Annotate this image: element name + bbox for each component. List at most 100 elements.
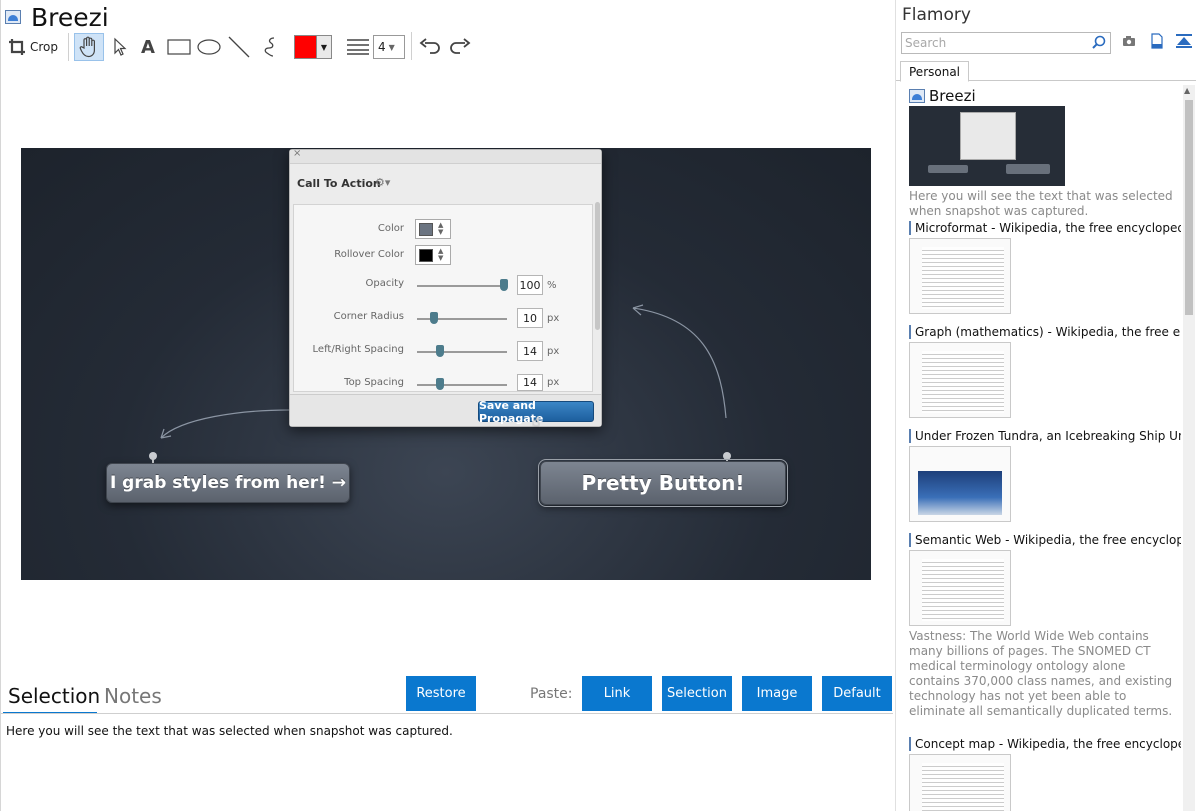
snapshot-thumbnail[interactable] bbox=[909, 446, 1011, 522]
rollover-swatch-field[interactable]: ▲ ▼ bbox=[415, 245, 451, 265]
search-input[interactable]: Search bbox=[901, 32, 1111, 54]
collapse-icon[interactable] bbox=[1176, 34, 1192, 51]
document-icon[interactable] bbox=[1151, 33, 1163, 52]
scrollbar-thumb[interactable] bbox=[1185, 100, 1193, 315]
paste-selection-button[interactable]: Selection bbox=[662, 676, 732, 711]
thumbnail-dialog bbox=[960, 112, 1016, 160]
line-tool-icon[interactable] bbox=[227, 34, 251, 60]
text-tool-icon[interactable]: A bbox=[137, 34, 159, 60]
line-width-select[interactable]: 4 ▼ bbox=[373, 35, 405, 59]
dialog-properties-panel: Color ▲ ▼ Rollover Color ▲ ▼ Opacity 100 % bbox=[293, 204, 593, 392]
rollover-swatch bbox=[419, 248, 433, 262]
top-spacing-unit: px bbox=[547, 377, 560, 388]
tab-selection[interactable]: Selection bbox=[8, 684, 100, 708]
chevron-down-icon: ▼ bbox=[388, 42, 395, 52]
dialog-title: Call To Action bbox=[297, 177, 381, 190]
flamory-sidebar: Flamory Search Personal Breezi Here you … bbox=[895, 0, 1198, 811]
pretty-button[interactable]: Pretty Button! bbox=[538, 459, 788, 507]
top-spacing-slider[interactable] bbox=[417, 384, 507, 386]
dialog-scrollbar[interactable] bbox=[595, 202, 600, 330]
undo-icon[interactable] bbox=[417, 34, 443, 60]
list-item-title: Graph (mathematics) - Wikipedia, the fre… bbox=[915, 325, 1181, 339]
gear-icon[interactable]: ⚙▾ bbox=[375, 176, 390, 189]
lr-spacing-label: Left/Right Spacing bbox=[312, 344, 404, 355]
close-icon[interactable]: × bbox=[293, 148, 301, 159]
stepper-icon: ▲ ▼ bbox=[438, 221, 444, 236]
scroll-up-icon[interactable]: ▲ bbox=[1184, 86, 1190, 95]
thumbnail-text bbox=[922, 351, 1004, 413]
list-item-header: Concept map - Wikipedia, the free encycl… bbox=[909, 737, 1181, 751]
color-swatch-field[interactable]: ▲ ▼ bbox=[415, 219, 451, 239]
list-item[interactable]: Graph (mathematics) - Wikipedia, the fre… bbox=[909, 325, 1181, 418]
page-title: Breezi bbox=[31, 3, 109, 32]
opacity-slider[interactable] bbox=[417, 285, 507, 287]
paste-link-button[interactable]: Link bbox=[582, 676, 652, 711]
tab-personal[interactable]: Personal bbox=[900, 61, 970, 82]
list-item[interactable]: Under Frozen Tundra, an Icebreaking Ship… bbox=[909, 429, 1181, 522]
top-spacing-label: Top Spacing bbox=[344, 377, 404, 388]
snapshot-list: Breezi Here you will see the text that w… bbox=[896, 85, 1184, 811]
lr-spacing-slider[interactable] bbox=[417, 351, 507, 353]
list-item[interactable]: Breezi Here you will see the text that w… bbox=[909, 87, 1181, 219]
thumbnail-button bbox=[928, 165, 968, 173]
thumbnail-text bbox=[922, 559, 1004, 621]
tab-notes[interactable]: Notes bbox=[104, 684, 162, 708]
corner-radius-input[interactable]: 10 bbox=[517, 308, 543, 328]
list-item[interactable]: Microformat - Wikipedia, the free encycl… bbox=[909, 221, 1181, 314]
snapshot-thumbnail[interactable] bbox=[909, 106, 1065, 186]
opacity-unit: % bbox=[547, 280, 557, 291]
chevron-down-icon[interactable]: ▼ bbox=[317, 36, 331, 58]
lr-spacing-input[interactable]: 14 bbox=[517, 341, 543, 361]
crop-button[interactable]: Crop bbox=[30, 40, 58, 54]
thumbnail-photo bbox=[918, 471, 1002, 515]
browser-icon bbox=[909, 325, 911, 339]
snapshot-thumbnail[interactable] bbox=[909, 238, 1011, 314]
thumbnail-text bbox=[922, 247, 1004, 309]
list-item-header: Semantic Web - Wikipedia, the free encyc… bbox=[909, 533, 1181, 547]
opacity-slider-thumb[interactable] bbox=[500, 279, 508, 291]
list-item[interactable]: Concept map - Wikipedia, the free encycl… bbox=[909, 737, 1181, 811]
paste-image-button[interactable]: Image bbox=[742, 676, 812, 711]
camera-icon[interactable] bbox=[1122, 35, 1136, 50]
opacity-label: Opacity bbox=[365, 278, 404, 289]
list-item-description: Vastness: The World Wide Web contains ma… bbox=[909, 629, 1173, 718]
browser-icon bbox=[909, 221, 911, 235]
redo-icon[interactable] bbox=[447, 34, 473, 60]
crop-icon[interactable] bbox=[7, 36, 27, 58]
snapshot-thumbnail[interactable] bbox=[909, 550, 1011, 626]
list-item[interactable]: Semantic Web - Wikipedia, the free encyc… bbox=[909, 533, 1181, 719]
top-spacing-thumb[interactable] bbox=[436, 378, 444, 390]
line-width-icon bbox=[345, 35, 371, 59]
selection-text: Here you will see the text that was sele… bbox=[6, 724, 453, 738]
grab-styles-button[interactable]: I grab styles from her! → bbox=[106, 463, 350, 503]
color-picker[interactable]: ▼ bbox=[294, 35, 332, 59]
snapshot-canvas[interactable]: × Call To Action ⚙▾ Color ▲ ▼ Rollover Co… bbox=[21, 148, 871, 580]
thumbnail-button bbox=[1006, 164, 1050, 174]
list-item-header: Graph (mathematics) - Wikipedia, the fre… bbox=[909, 325, 1181, 339]
list-item-header: Microformat - Wikipedia, the free encycl… bbox=[909, 221, 1181, 235]
pointer-tool-icon[interactable] bbox=[109, 34, 131, 60]
list-item-header: Under Frozen Tundra, an Icebreaking Ship… bbox=[909, 429, 1181, 443]
ellipse-tool-icon[interactable] bbox=[196, 34, 222, 60]
opacity-input[interactable]: 100 bbox=[517, 275, 543, 295]
freehand-tool-icon[interactable] bbox=[257, 34, 281, 60]
app-icon bbox=[909, 89, 925, 103]
corner-radius-unit: px bbox=[547, 313, 560, 324]
snapshot-thumbnail[interactable] bbox=[909, 754, 1011, 811]
list-item-description: Here you will see the text that was sele… bbox=[909, 189, 1173, 218]
color-label: Color bbox=[377, 223, 404, 234]
paste-default-button[interactable]: Default bbox=[822, 676, 892, 711]
corner-radius-thumb[interactable] bbox=[430, 312, 438, 324]
list-item-title: Under Frozen Tundra, an Icebreaking Ship… bbox=[915, 429, 1181, 443]
hand-tool-icon[interactable] bbox=[74, 33, 104, 61]
lr-spacing-unit: px bbox=[547, 346, 560, 357]
top-spacing-input[interactable]: 14 bbox=[517, 374, 543, 391]
list-item-title: Concept map - Wikipedia, the free encycl… bbox=[915, 737, 1181, 751]
restore-button[interactable]: Restore bbox=[406, 676, 476, 711]
search-icon[interactable] bbox=[1092, 35, 1106, 52]
rectangle-tool-icon[interactable] bbox=[166, 34, 192, 60]
snapshot-thumbnail[interactable] bbox=[909, 342, 1011, 418]
lr-spacing-thumb[interactable] bbox=[436, 345, 444, 357]
browser-icon bbox=[909, 429, 911, 443]
color-swatch bbox=[295, 36, 317, 58]
